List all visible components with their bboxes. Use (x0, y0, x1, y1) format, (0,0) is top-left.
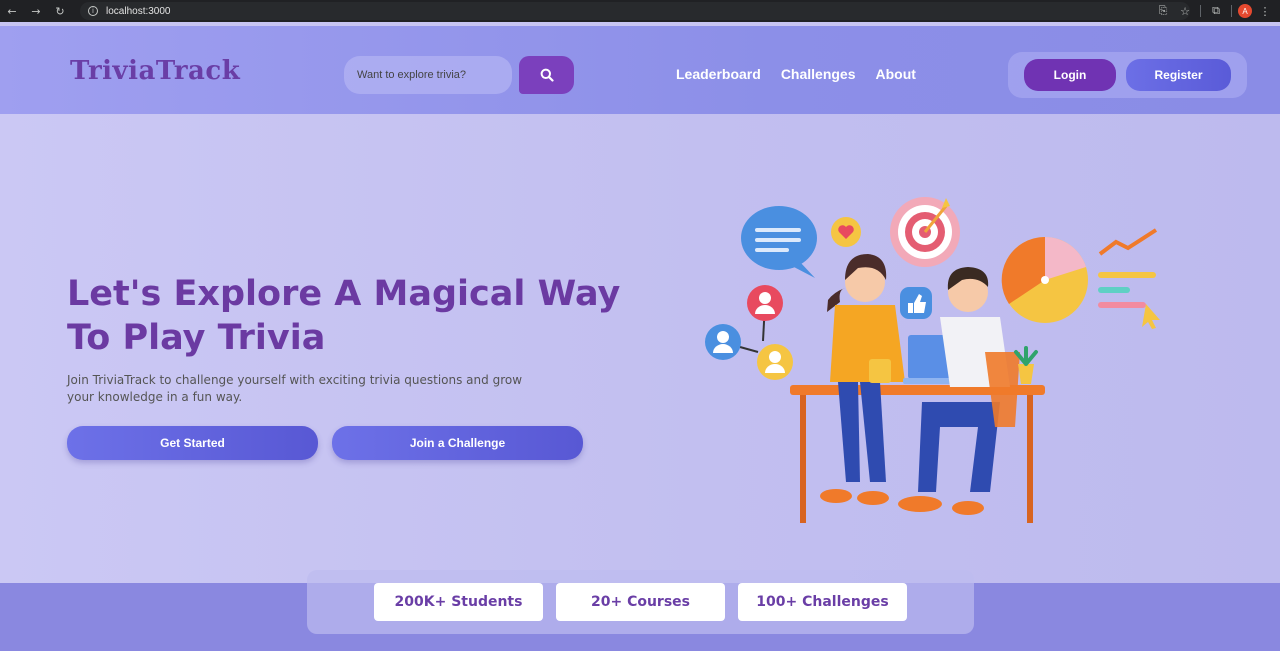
search-icon (540, 68, 554, 82)
reload-icon[interactable]: ↻ (48, 0, 72, 22)
hero-illustration (705, 197, 1160, 523)
nav-leaderboard[interactable]: Leaderboard (676, 66, 761, 82)
site-header: TriviaTrack Leaderboard Challenges About… (0, 26, 1280, 114)
nav-challenges[interactable]: Challenges (781, 66, 856, 82)
plant-icon (1014, 346, 1038, 384)
chat-bubble-icon (741, 206, 817, 278)
auth-panel: Login Register (1008, 52, 1247, 98)
target-icon (890, 197, 960, 267)
user-network-icon (705, 285, 793, 380)
stat-challenges: 100+ Challenges (738, 583, 907, 621)
nav-about[interactable]: About (876, 66, 916, 82)
bookmark-star-icon[interactable]: ☆ (1176, 2, 1194, 20)
main-nav: Leaderboard Challenges About (676, 66, 916, 82)
search-input[interactable] (357, 69, 507, 81)
menu-kebab-icon[interactable]: ⋮ (1256, 2, 1274, 20)
login-button[interactable]: Login (1024, 59, 1116, 91)
site-info-icon[interactable]: i (88, 6, 98, 16)
cup-icon (869, 359, 891, 383)
thumbs-up-icon (900, 287, 932, 319)
stat-courses: 20+ Courses (556, 583, 725, 621)
girl-figure (820, 254, 905, 505)
extensions-icon[interactable]: ⧉ (1207, 2, 1225, 20)
stat-students: 200K+ Students (374, 583, 543, 621)
logo[interactable]: TriviaTrack (70, 56, 240, 86)
hero-subtitle: Join TriviaTrack to challenge yourself w… (67, 373, 523, 404)
hero-title: Let's Explore A Magical Way To Play Triv… (67, 274, 621, 358)
address-url: localhost:3000 (106, 5, 171, 17)
profile-avatar[interactable]: A (1238, 4, 1252, 18)
search-box (344, 56, 512, 94)
get-started-button[interactable]: Get Started (67, 426, 318, 460)
toolbar-divider (1231, 5, 1232, 17)
trend-arrow-icon (1098, 228, 1160, 329)
back-icon[interactable]: ← (0, 0, 24, 22)
hero-section: Let's Explore A Magical Way To Play Triv… (0, 114, 1280, 583)
browser-toolbar: ← → ↻ i localhost:3000 ⎘ ☆ ⧉ A ⋮ (0, 0, 1280, 22)
heart-icon (831, 217, 861, 247)
register-button[interactable]: Register (1126, 59, 1231, 91)
toolbar-divider (1200, 5, 1201, 17)
forward-icon[interactable]: → (24, 0, 48, 22)
address-bar[interactable]: i localhost:3000 (80, 2, 1190, 20)
pie-chart-icon (1001, 236, 1088, 323)
install-app-icon[interactable]: ⎘ (1154, 2, 1172, 20)
search-button[interactable] (519, 56, 574, 94)
join-challenge-button[interactable]: Join a Challenge (332, 426, 583, 460)
